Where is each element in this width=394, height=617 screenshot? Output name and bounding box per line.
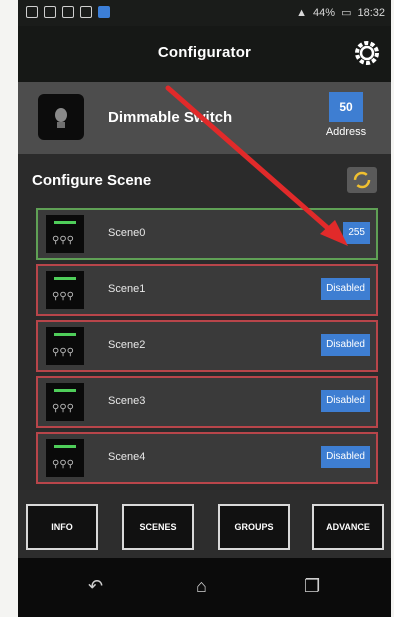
recents-icon[interactable]: ❐ [304, 576, 320, 597]
address-button[interactable]: 50 Address [318, 92, 374, 144]
configure-scene-header: Configure Scene [18, 154, 391, 206]
status-bar: ▲ 44% ▭ 18:32 [18, 0, 391, 26]
address-value: 50 [329, 92, 363, 122]
tab-info[interactable]: INFO [26, 504, 98, 550]
scene-status-button[interactable]: Disabled [321, 334, 370, 356]
battery-icon: ▭ [341, 7, 352, 19]
scene-status-button[interactable]: Disabled [321, 278, 370, 300]
address-label: Address [325, 126, 367, 138]
system-nav-bar: ↶ ⌂ ❐ [18, 558, 391, 617]
scene-icon: ⚲⚲⚲ [46, 439, 84, 477]
app-title: Configurator [157, 44, 252, 61]
image-icon [62, 6, 74, 18]
tab-advance[interactable]: ADVANCE [312, 504, 384, 550]
section-title: Configure Scene [32, 172, 152, 189]
scene-row-3[interactable]: ⚲⚲⚲ Scene3 Disabled [36, 376, 378, 428]
app-icon [98, 6, 110, 18]
settings-gear-icon[interactable] [353, 39, 381, 67]
scene-name: Scene0 [108, 227, 146, 239]
scene-icon: ⚲⚲⚲ [46, 327, 84, 365]
notification-icon [26, 6, 38, 18]
device-bulb-icon [38, 94, 84, 140]
home-icon[interactable]: ⌂ [196, 576, 207, 597]
scene-row-0[interactable]: ⚲⚲⚲ Scene0 255 [36, 208, 378, 260]
battery-percent: 44% [313, 6, 336, 19]
scene-status-button[interactable]: Disabled [321, 390, 370, 412]
tab-scenes[interactable]: SCENES [122, 504, 194, 550]
bottom-tab-bar: INFO SCENES GROUPS ADVANCE [18, 490, 391, 558]
mail-icon [80, 6, 92, 18]
signal-icon: ▲ [296, 6, 308, 19]
scene-icon: ⚲⚲⚲ [46, 383, 84, 421]
alert-icon [44, 6, 56, 18]
scene-row-4[interactable]: ⚲⚲⚲ Scene4 Disabled [36, 432, 378, 484]
scene-status-button[interactable]: Disabled [321, 446, 370, 468]
scene-icon: ⚲⚲⚲ [46, 215, 84, 253]
scene-name: Scene3 [108, 395, 146, 407]
app-bar: Configurator [18, 26, 391, 82]
scene-name: Scene4 [108, 451, 146, 463]
scene-name: Scene2 [108, 339, 146, 351]
clock: 18:32 [357, 6, 385, 19]
tab-groups[interactable]: GROUPS [218, 504, 290, 550]
scene-status-button[interactable]: 255 [343, 222, 370, 244]
phone-screen: ▲ 44% ▭ 18:32 Configurator Dimmable Swit… [18, 0, 391, 617]
device-name: Dimmable Switch [108, 109, 233, 126]
scene-row-2[interactable]: ⚲⚲⚲ Scene2 Disabled [36, 320, 378, 372]
refresh-button[interactable] [347, 167, 377, 193]
device-header: Dimmable Switch 50 Address [18, 82, 391, 154]
refresh-icon [353, 171, 371, 189]
scene-icon: ⚲⚲⚲ [46, 271, 84, 309]
scene-name: Scene1 [108, 283, 146, 295]
scene-row-1[interactable]: ⚲⚲⚲ Scene1 Disabled [36, 264, 378, 316]
back-icon[interactable]: ↶ [88, 576, 103, 597]
